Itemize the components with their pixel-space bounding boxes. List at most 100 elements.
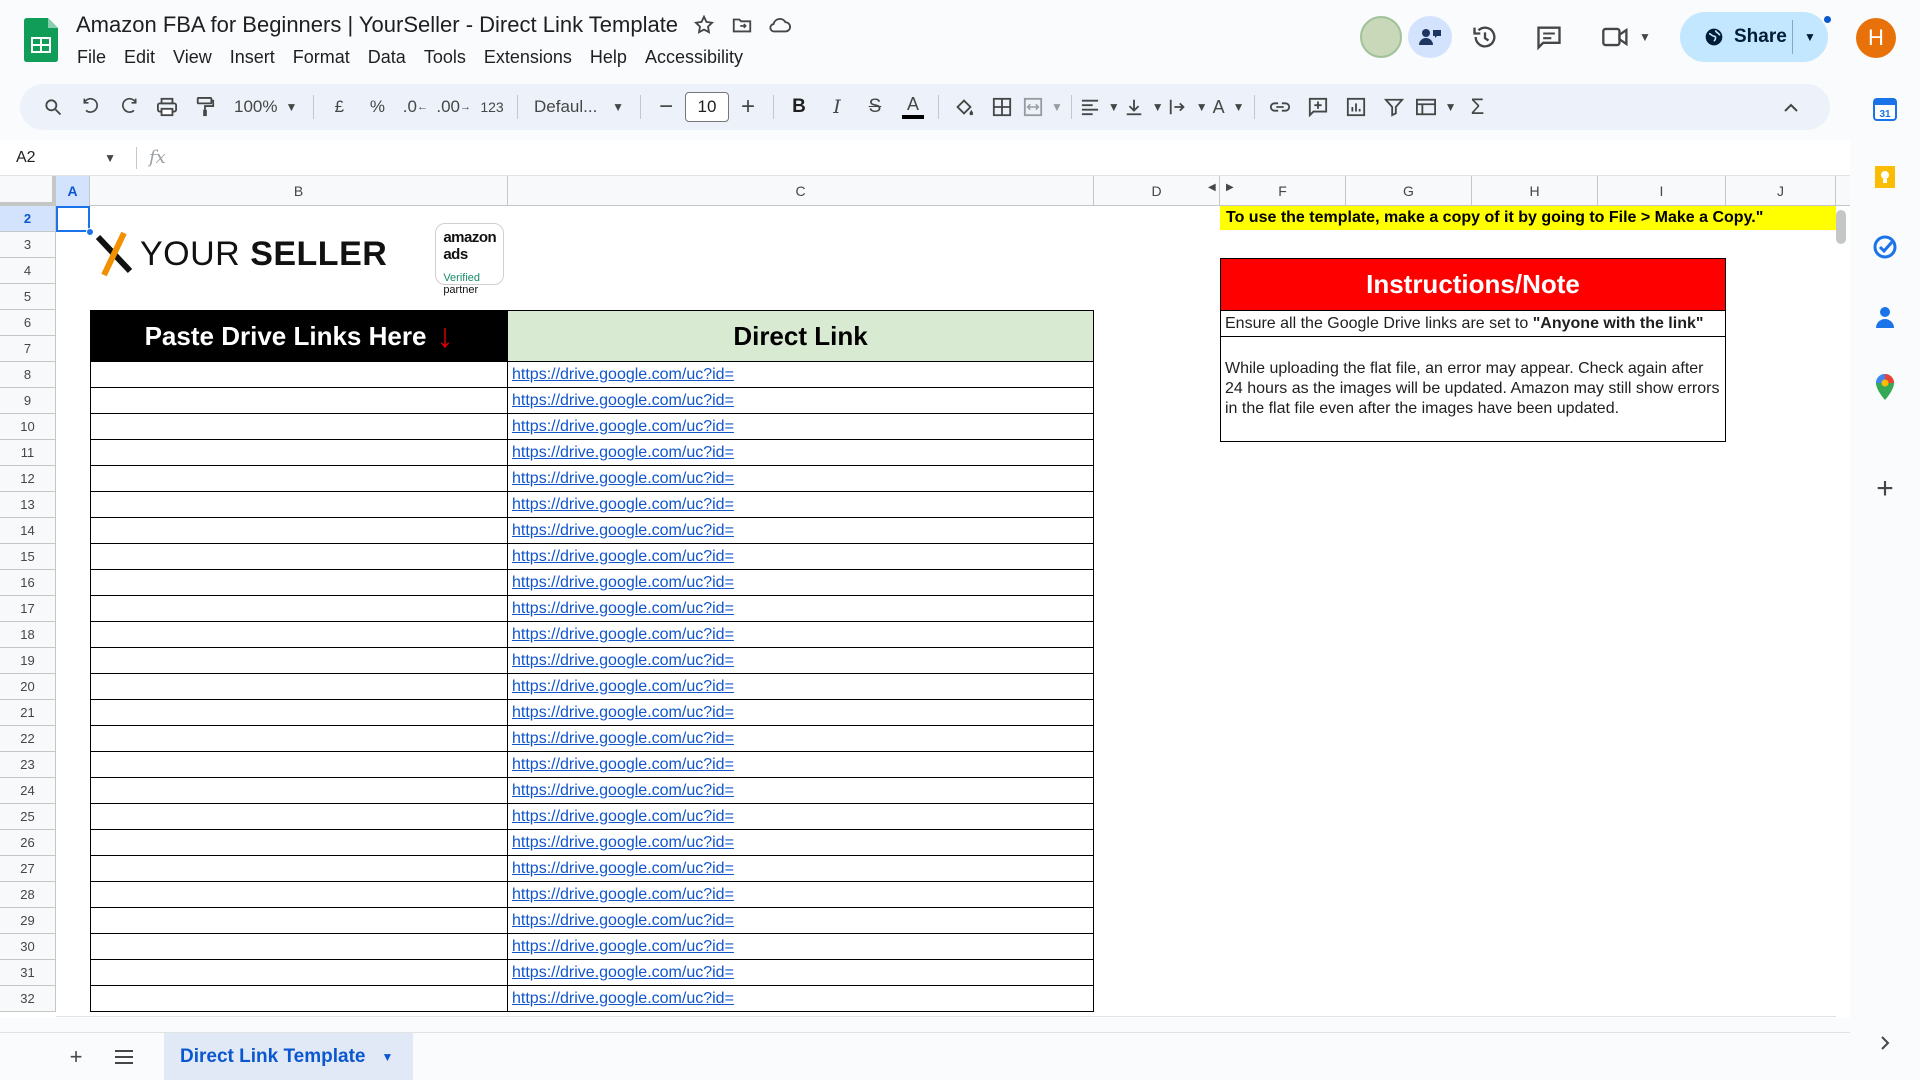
text-rotation-icon[interactable]: A ▼ bbox=[1210, 89, 1248, 125]
column-header-h[interactable]: H bbox=[1472, 176, 1598, 206]
row-header[interactable]: 13 bbox=[0, 492, 56, 518]
instruction-anyone-link[interactable]: Ensure all the Google Drive links are se… bbox=[1221, 311, 1725, 337]
drive-link-input-cell[interactable] bbox=[90, 518, 508, 543]
row-header[interactable]: 18 bbox=[0, 622, 56, 648]
column-header-d[interactable]: D bbox=[1094, 176, 1220, 206]
functions-icon[interactable]: Σ bbox=[1458, 89, 1496, 125]
row-header[interactable]: 14 bbox=[0, 518, 56, 544]
direct-link-cell[interactable]: https://drive.google.com/uc?id= bbox=[508, 596, 1094, 621]
decrease-decimal-button[interactable]: .0 ← bbox=[396, 89, 434, 125]
row-header[interactable]: 9 bbox=[0, 388, 56, 414]
drive-link-input-cell[interactable] bbox=[90, 622, 508, 647]
maps-icon[interactable] bbox=[1870, 372, 1900, 402]
share-button[interactable]: Share ▼ bbox=[1680, 12, 1828, 62]
zoom-select[interactable]: 100% ▼ bbox=[224, 89, 307, 125]
menu-extensions[interactable]: Extensions bbox=[475, 45, 581, 70]
add-sheet-icon[interactable]: + bbox=[56, 1037, 96, 1077]
expand-side-panel-icon[interactable] bbox=[1870, 1028, 1900, 1058]
column-header-g[interactable]: G bbox=[1346, 176, 1472, 206]
row-header[interactable]: 19 bbox=[0, 648, 56, 674]
row-header[interactable]: 20 bbox=[0, 674, 56, 700]
drive-link-input-cell[interactable] bbox=[90, 414, 508, 439]
sheet-tab-direct-link-template[interactable]: Direct Link Template ▼ bbox=[164, 1032, 414, 1080]
keep-icon[interactable] bbox=[1870, 162, 1900, 192]
paste-links-header[interactable]: Paste Drive Links Here ↓ bbox=[90, 310, 508, 362]
row-header[interactable]: 4 bbox=[0, 258, 56, 284]
direct-link-cell[interactable]: https://drive.google.com/uc?id= bbox=[508, 414, 1094, 439]
italic-icon[interactable]: I bbox=[818, 89, 856, 125]
text-color-icon[interactable]: A bbox=[894, 89, 932, 125]
direct-link-cell[interactable]: https://drive.google.com/uc?id= bbox=[508, 752, 1094, 777]
collapse-toolbar-icon[interactable] bbox=[1772, 90, 1810, 126]
more-formats-button[interactable]: 123 bbox=[473, 89, 511, 125]
row-header[interactable]: 3 bbox=[0, 232, 56, 258]
format-percent-button[interactable]: % bbox=[358, 89, 396, 125]
menu-file[interactable]: File bbox=[68, 45, 115, 70]
menu-help[interactable]: Help bbox=[581, 45, 636, 70]
user-avatar[interactable]: H bbox=[1856, 18, 1896, 58]
row-header[interactable]: 15 bbox=[0, 544, 56, 570]
meet-video-icon[interactable]: ▼ bbox=[1598, 20, 1654, 54]
drive-link-input-cell[interactable] bbox=[90, 986, 508, 1011]
direct-link-cell[interactable]: https://drive.google.com/uc?id= bbox=[508, 882, 1094, 907]
move-folder-icon[interactable] bbox=[730, 13, 754, 37]
decrease-font-size-icon[interactable]: − bbox=[647, 89, 685, 125]
increase-decimal-button[interactable]: .00 → bbox=[434, 89, 473, 125]
row-header[interactable]: 6 bbox=[0, 310, 56, 336]
column-header-i[interactable]: I bbox=[1598, 176, 1726, 206]
row-header[interactable]: 11 bbox=[0, 440, 56, 466]
instruction-flat-file[interactable]: While uploading the flat file, an error … bbox=[1221, 337, 1725, 441]
drive-link-input-cell[interactable] bbox=[90, 388, 508, 413]
row-header[interactable]: 17 bbox=[0, 596, 56, 622]
drive-link-input-cell[interactable] bbox=[90, 674, 508, 699]
row-header[interactable]: 27 bbox=[0, 856, 56, 882]
row-header[interactable]: 10 bbox=[0, 414, 56, 440]
row-header[interactable]: 30 bbox=[0, 934, 56, 960]
drive-link-input-cell[interactable] bbox=[90, 960, 508, 985]
column-header-a[interactable]: A bbox=[56, 176, 90, 206]
selected-cell-a2[interactable] bbox=[56, 206, 90, 232]
column-header-j[interactable]: J bbox=[1726, 176, 1836, 206]
text-wrapping-icon[interactable]: ▼ bbox=[1166, 89, 1210, 125]
direct-link-cell[interactable]: https://drive.google.com/uc?id= bbox=[508, 466, 1094, 491]
search-menus-icon[interactable] bbox=[34, 89, 72, 125]
share-dropdown-button[interactable]: ▼ bbox=[1793, 30, 1827, 44]
star-icon[interactable] bbox=[692, 13, 716, 37]
direct-link-cell[interactable]: https://drive.google.com/uc?id= bbox=[508, 778, 1094, 803]
row-header[interactable]: 28 bbox=[0, 882, 56, 908]
row-header[interactable]: 29 bbox=[0, 908, 56, 934]
row-header[interactable]: 26 bbox=[0, 830, 56, 856]
direct-link-cell[interactable]: https://drive.google.com/uc?id= bbox=[508, 492, 1094, 517]
menu-format[interactable]: Format bbox=[284, 45, 359, 70]
row-header[interactable]: 12 bbox=[0, 466, 56, 492]
drive-link-input-cell[interactable] bbox=[90, 830, 508, 855]
direct-link-cell[interactable]: https://drive.google.com/uc?id= bbox=[508, 908, 1094, 933]
increase-font-size-icon[interactable]: + bbox=[729, 89, 767, 125]
row-header[interactable]: 22 bbox=[0, 726, 56, 752]
tasks-icon[interactable] bbox=[1870, 232, 1900, 262]
column-header-c[interactable]: C bbox=[508, 176, 1094, 206]
direct-link-header[interactable]: Direct Link bbox=[508, 310, 1094, 362]
drive-link-input-cell[interactable] bbox=[90, 856, 508, 881]
menu-data[interactable]: Data bbox=[359, 45, 415, 70]
insert-comment-icon[interactable] bbox=[1299, 89, 1337, 125]
menu-view[interactable]: View bbox=[164, 45, 221, 70]
drive-link-input-cell[interactable] bbox=[90, 804, 508, 829]
drive-link-input-cell[interactable] bbox=[90, 778, 508, 803]
drive-link-input-cell[interactable] bbox=[90, 466, 508, 491]
contacts-icon[interactable] bbox=[1870, 302, 1900, 332]
select-all-corner[interactable] bbox=[0, 176, 56, 206]
direct-link-cell[interactable]: https://drive.google.com/uc?id= bbox=[508, 700, 1094, 725]
bold-icon[interactable]: B bbox=[780, 89, 818, 125]
row-header[interactable]: 31 bbox=[0, 960, 56, 986]
row-header[interactable]: 32 bbox=[0, 986, 56, 1012]
menu-edit[interactable]: Edit bbox=[115, 45, 164, 70]
column-header-f[interactable]: F bbox=[1220, 176, 1346, 206]
row-header[interactable]: 2 bbox=[0, 206, 56, 232]
direct-link-cell[interactable]: https://drive.google.com/uc?id= bbox=[508, 960, 1094, 985]
name-box[interactable]: A2 ▼ bbox=[0, 143, 124, 173]
row-header[interactable]: 25 bbox=[0, 804, 56, 830]
direct-link-cell[interactable]: https://drive.google.com/uc?id= bbox=[508, 622, 1094, 647]
filter-views-icon[interactable]: ▼ bbox=[1413, 89, 1459, 125]
drive-link-input-cell[interactable] bbox=[90, 362, 508, 387]
